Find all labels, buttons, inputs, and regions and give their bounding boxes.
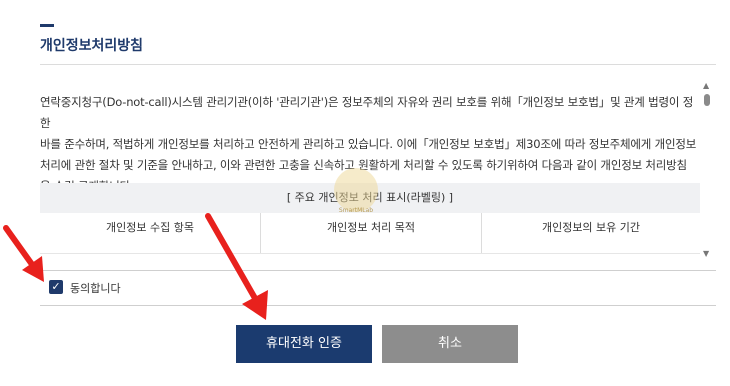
policy-line: 연락중지청구(Do-not-call)시스템 관리기관(이하 '관리기관')은 … — [40, 95, 694, 130]
cancel-button[interactable]: 취소 — [382, 325, 518, 363]
table-divider — [40, 253, 700, 254]
policy-line: 바를 준수하며, 적법하게 개인정보를 처리하고 안전하게 관리하고 있습니다.… — [40, 137, 697, 151]
scrollbar-thumb[interactable] — [704, 94, 710, 106]
watermark-logo: SmartMLab — [334, 168, 378, 214]
column-header-retention-period: 개인정보의 보유 기간 — [541, 221, 641, 234]
agree-row: ✓ 동의합니다 — [40, 270, 716, 306]
annotation-arrow-checkbox-icon — [3, 225, 44, 282]
scroll-up-icon[interactable]: ▲ — [703, 82, 709, 90]
agree-label[interactable]: 동의합니다 — [70, 280, 121, 296]
policy-scrollbar[interactable]: ▲ ▼ — [702, 82, 712, 258]
title-accent-bar — [40, 24, 54, 27]
scroll-down-icon[interactable]: ▼ — [703, 250, 709, 258]
phone-verify-button[interactable]: 휴대전화 인증 — [236, 325, 372, 363]
policy-scroll-box[interactable]: 연락중지청구(Do-not-call)시스템 관리기관(이하 '관리기관')은 … — [40, 78, 716, 266]
title-divider — [40, 64, 716, 65]
annotation-arrow-verify-icon — [205, 213, 268, 320]
page-title: 개인정보처리방침 — [40, 38, 144, 54]
column-header-processing-purpose: 개인정보 처리 목적 — [261, 213, 482, 253]
watermark-text: SmartMLab — [338, 207, 374, 214]
